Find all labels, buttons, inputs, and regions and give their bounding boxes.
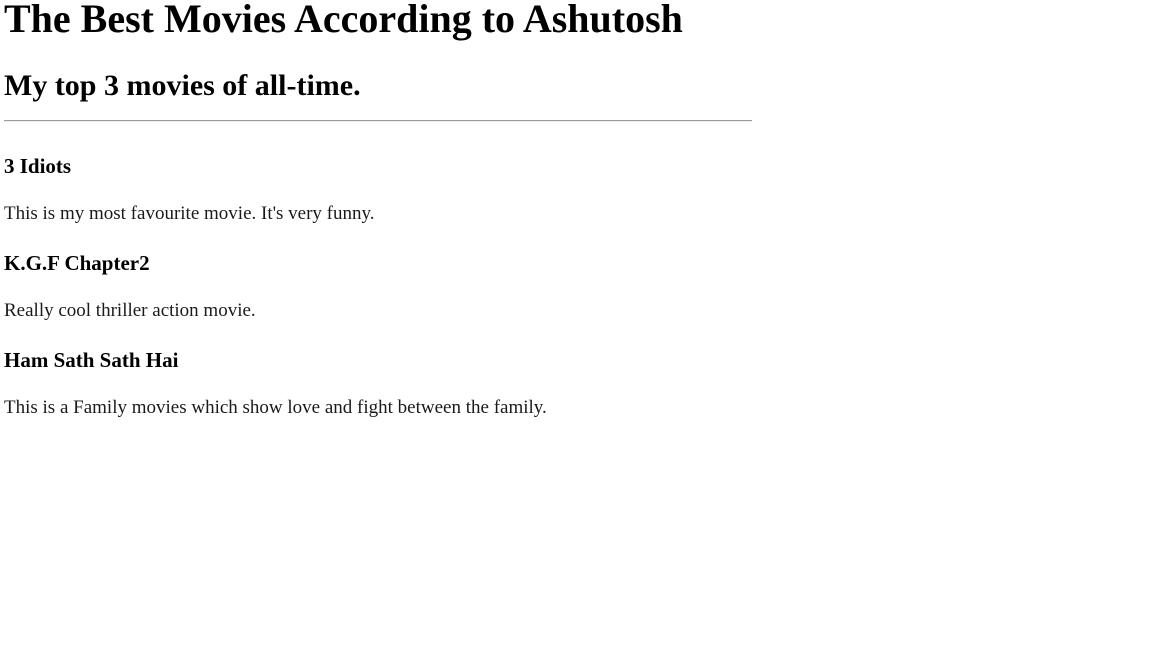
- movie-description-3: This is a Family movies which show love …: [4, 397, 547, 418]
- page-title: The Best Movies According to Ashutosh: [4, 0, 683, 41]
- page-subtitle: My top 3 movies of all-time.: [4, 69, 361, 102]
- movie-description-1: This is my most favourite movie. It's ve…: [4, 203, 375, 224]
- movie-description-2: Really cool thriller action movie.: [4, 300, 256, 321]
- movie-title-1: 3 Idiots: [4, 154, 72, 178]
- divider: [4, 120, 752, 122]
- movie-title-2: K.G.F Chapter2: [4, 251, 150, 275]
- movie-title-3: Ham Sath Sath Hai: [4, 348, 179, 372]
